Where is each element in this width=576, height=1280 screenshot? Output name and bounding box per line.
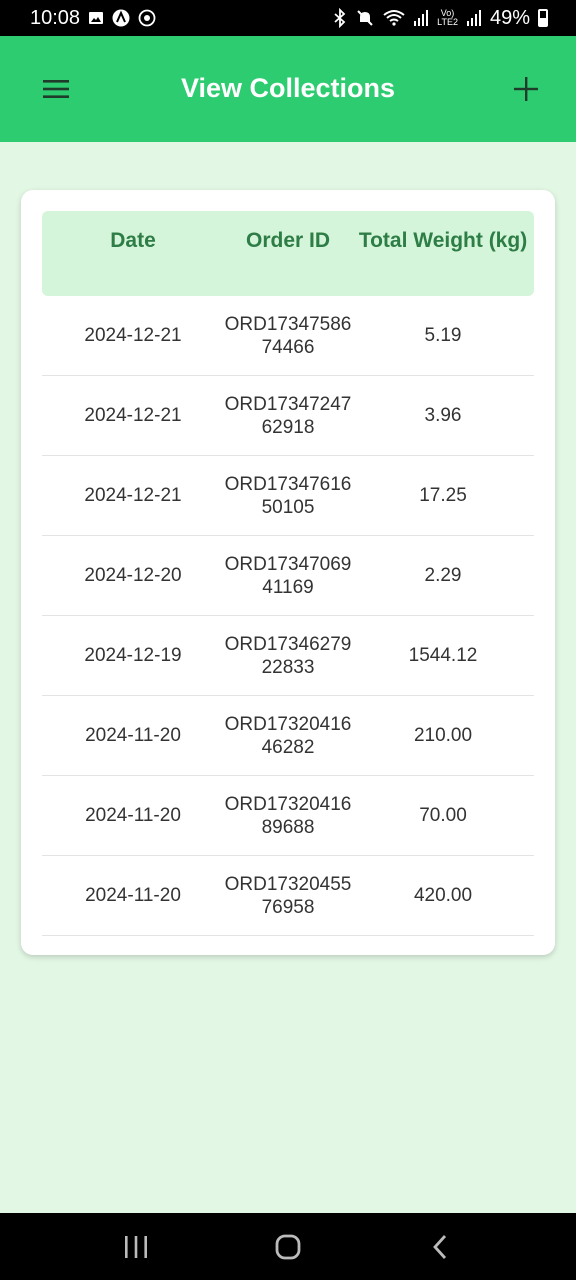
header-total-weight: Total Weight (kg) [358, 229, 528, 252]
cell-order-id: ORD1734627922833 [224, 633, 352, 678]
table-row[interactable]: 2024-11-20 ORD1732045576958 420.00 [42, 856, 534, 936]
cell-weight: 70.00 [419, 804, 467, 826]
table-row[interactable]: 2024-12-21 ORD1734758674466 5.19 [42, 296, 534, 376]
cell-date: 2024-12-21 [84, 324, 182, 346]
bluetooth-icon [333, 8, 347, 28]
back-icon[interactable] [410, 1217, 470, 1277]
cell-weight: 17.25 [419, 484, 467, 506]
cell-date: 2024-12-20 [84, 564, 182, 586]
cell-weight: 2.29 [424, 564, 462, 586]
cell-date: 2024-11-20 [85, 804, 181, 826]
table-row[interactable]: 2024-11-20 ORD1732041689688 70.00 [42, 776, 534, 856]
signal-icon [466, 9, 482, 27]
header-date: Date [110, 229, 156, 252]
cell-weight: 210.00 [413, 724, 473, 746]
cell-order-id: ORD1732045576958 [224, 873, 352, 918]
battery-text: 49% [489, 6, 530, 29]
app-bar: View Collections [0, 36, 576, 142]
cell-order-id: ORD1734724762918 [224, 393, 352, 438]
cell-date: 2024-11-20 [85, 884, 181, 906]
header-order-id: Order ID [245, 229, 331, 252]
cell-date: 2024-11-20 [85, 724, 181, 746]
table-header: Date Order ID Total Weight (kg) [42, 211, 534, 296]
cell-weight: 3.96 [424, 404, 462, 426]
page-title: View Collections [180, 73, 396, 103]
collections-card: Date Order ID Total Weight (kg) 2024-12-… [21, 190, 555, 955]
cell-date: 2024-12-21 [84, 484, 182, 506]
cell-order-id: ORD1732041646282 [224, 713, 352, 758]
whatsapp-icon [138, 9, 156, 27]
wifi-icon [383, 9, 405, 27]
recent-apps-icon[interactable] [106, 1217, 166, 1277]
app-icon [112, 9, 130, 27]
cell-weight: 5.19 [424, 324, 462, 346]
table-row[interactable]: 2024-12-19 ORD1734627922833 1544.12 [42, 616, 534, 696]
menu-icon[interactable] [36, 69, 76, 109]
signal-icon [413, 9, 429, 27]
table-row[interactable]: 2024-11-20 ORD1732041646282 210.00 [42, 696, 534, 776]
table-row[interactable]: 2024-12-21 ORD1734761650105 17.25 [42, 456, 534, 536]
navigation-bar [0, 1213, 576, 1280]
cell-weight: 420.00 [413, 884, 473, 906]
cell-order-id: ORD1732041689688 [224, 793, 352, 838]
cell-order-id: ORD1734706941169 [224, 553, 352, 598]
cell-date: 2024-12-19 [84, 644, 182, 666]
table-row[interactable]: 2024-12-21 ORD1734724762918 3.96 [42, 376, 534, 456]
cell-order-id: ORD1734758674466 [224, 313, 352, 358]
cell-order-id: ORD1734761650105 [224, 473, 352, 518]
table-body: 2024-12-21 ORD1734758674466 5.19 2024-12-21… [42, 296, 534, 936]
cell-weight: 1544.12 [408, 644, 478, 666]
status-time: 10:08 [30, 6, 81, 29]
home-icon[interactable] [258, 1217, 318, 1277]
table-row[interactable]: 2024-12-20 ORD1734706941169 2.29 [42, 536, 534, 616]
status-bar: 10:08 Vo) LTE2 49% [0, 0, 576, 36]
cell-date: 2024-12-21 [84, 404, 182, 426]
volte-icon: Vo) LTE2 [437, 8, 458, 27]
battery-icon [538, 9, 548, 27]
mute-icon [355, 8, 375, 28]
gallery-icon [88, 10, 104, 26]
add-icon[interactable] [506, 69, 546, 109]
